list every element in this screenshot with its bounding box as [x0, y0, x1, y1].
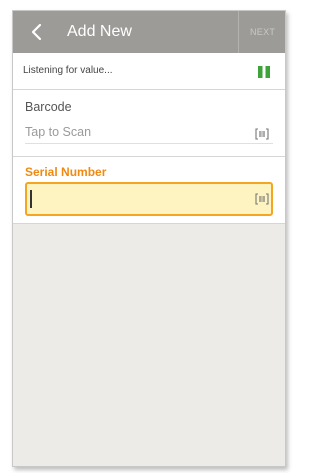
serial-number-field-box[interactable] [25, 182, 273, 216]
text-caret [30, 190, 32, 208]
barcode-scan-icon[interactable] [255, 193, 269, 205]
serial-number-field-group: Serial Number [13, 157, 285, 224]
app-frame: Add New NEXT Listening for value... Barc… [12, 10, 286, 467]
page-title: Add New [67, 23, 132, 40]
serial-number-label: Serial Number [25, 165, 107, 179]
serial-number-input[interactable] [27, 184, 251, 214]
barcode-field-group: Barcode [13, 90, 285, 157]
barcode-input[interactable] [25, 121, 273, 144]
listening-status-text: Listening for value... [23, 65, 113, 76]
next-button[interactable]: NEXT [250, 27, 275, 37]
barcode-label: Barcode [25, 100, 72, 114]
header-divider [238, 11, 239, 53]
barcode-scan-icon[interactable] [255, 128, 269, 140]
chevron-left-icon[interactable] [27, 21, 47, 43]
pause-icon[interactable] [257, 65, 271, 79]
listening-status-bar: Listening for value... [13, 53, 285, 90]
app-bar: Add New NEXT [13, 11, 285, 53]
